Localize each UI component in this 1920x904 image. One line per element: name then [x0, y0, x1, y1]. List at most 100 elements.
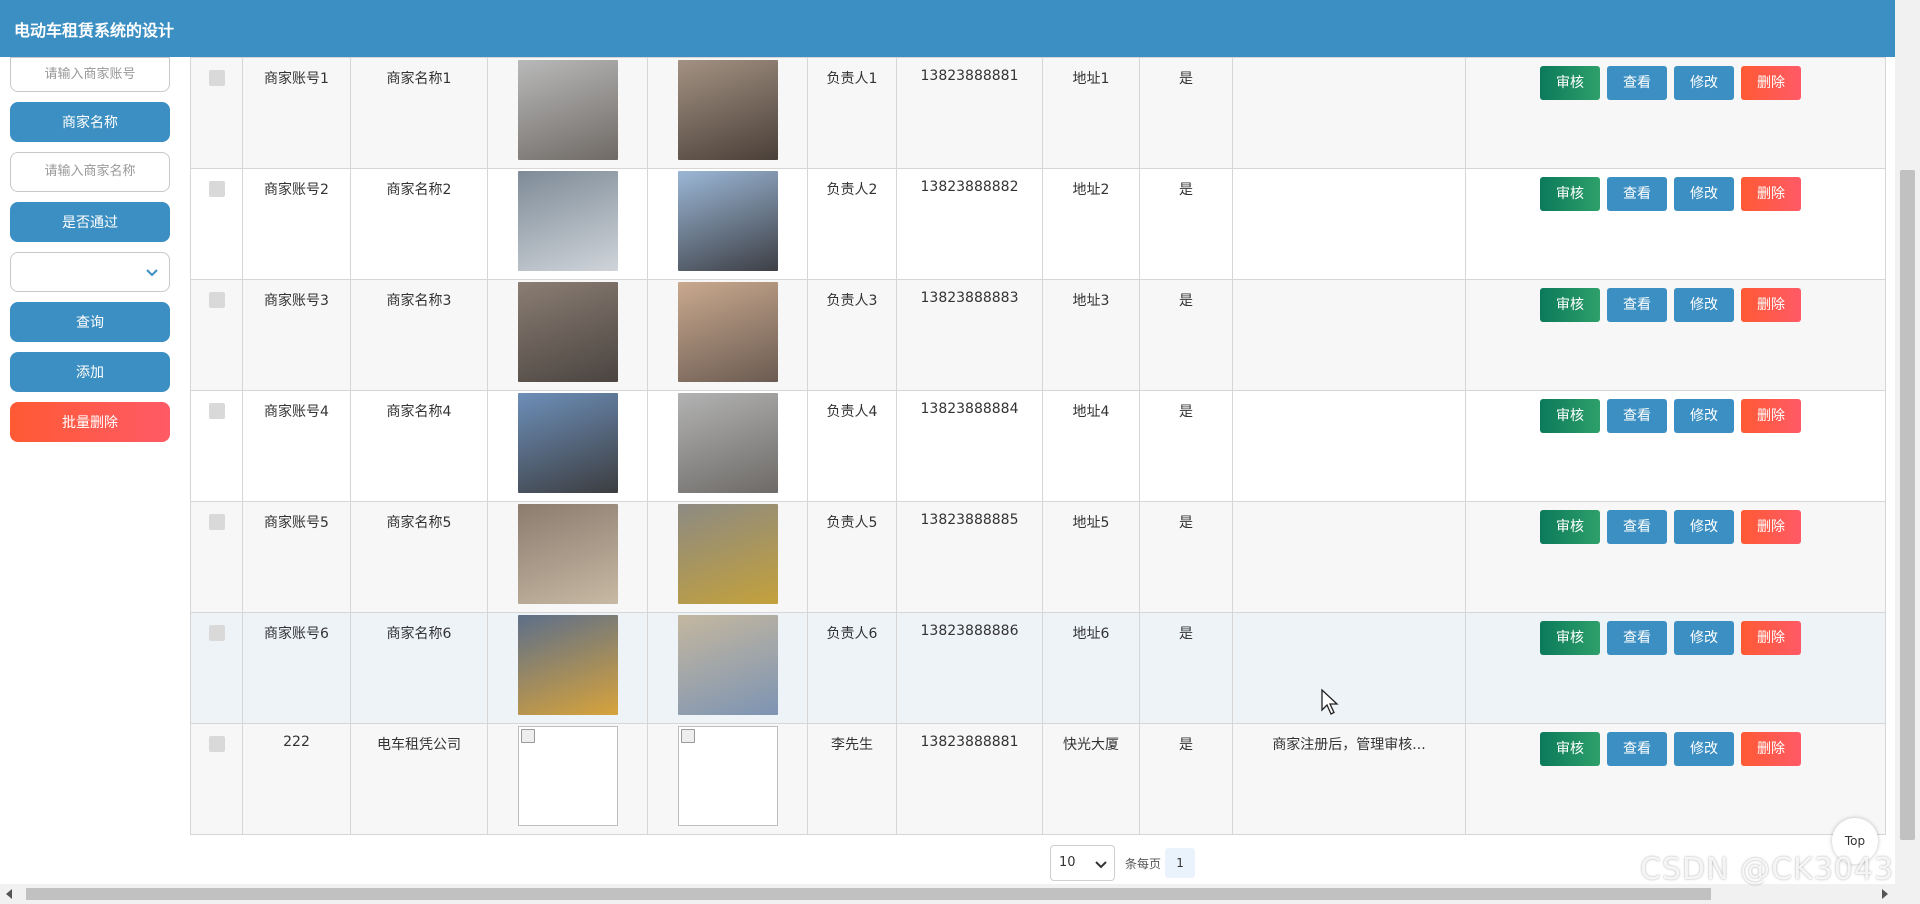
leader-cell: 负责人5 — [807, 501, 897, 613]
delete-button[interactable]: 删除 — [1741, 288, 1801, 322]
delete-button[interactable]: 删除 — [1741, 66, 1801, 100]
page-number-button[interactable]: 1 — [1165, 848, 1196, 878]
delete-button[interactable]: 删除 — [1741, 621, 1801, 655]
vertical-scroll-thumb[interactable] — [1900, 170, 1915, 840]
audit-button[interactable]: 审核 — [1540, 66, 1600, 100]
delete-button[interactable]: 删除 — [1741, 510, 1801, 544]
edit-button[interactable]: 修改 — [1674, 732, 1734, 766]
edit-button[interactable]: 修改 — [1674, 66, 1734, 100]
watermark: CSDN @CK3043 — [1640, 852, 1895, 887]
reply-cell — [1232, 501, 1466, 613]
row-checkbox-cell — [190, 57, 243, 169]
vertical-scrollbar[interactable] — [1895, 0, 1920, 884]
account-cell: 222 — [242, 723, 351, 835]
license-image — [677, 171, 778, 271]
edit-button[interactable]: 修改 — [1674, 621, 1734, 655]
reply-cell — [1232, 57, 1466, 169]
mouse-cursor-icon — [1321, 688, 1339, 715]
view-button[interactable]: 查看 — [1607, 66, 1667, 100]
name-cell: 商家名称3 — [350, 279, 488, 391]
audit-button[interactable]: 审核 — [1540, 732, 1600, 766]
view-button[interactable]: 查看 — [1607, 399, 1667, 433]
phone-cell: 13823888883 — [896, 279, 1043, 391]
row-checkbox[interactable] — [208, 181, 225, 197]
row-checkbox[interactable] — [208, 292, 225, 308]
account-search-input[interactable]: 请输入商家账号 — [10, 57, 170, 92]
row-checkbox-cell — [190, 612, 243, 724]
view-button[interactable]: 查看 — [1607, 732, 1667, 766]
audit-button[interactable]: 审核 — [1540, 177, 1600, 211]
horizontal-scroll-thumb[interactable] — [26, 888, 1711, 900]
view-button[interactable]: 查看 — [1607, 288, 1667, 322]
table-row: 商家账号1 商家名称1 负责人1 13823888881 地址1 是 审核 查看修… — [190, 57, 1886, 169]
passed-cell: 是 — [1139, 501, 1233, 613]
table-row: 商家账号4 商家名称4 负责人4 13823888884 地址4 是 审核 查看修… — [190, 390, 1886, 502]
scroll-left-icon[interactable] — [6, 889, 12, 899]
actions-cell: 审核 查看 修改 删除 — [1465, 501, 1886, 613]
merchant-image — [517, 171, 618, 271]
edit-button[interactable]: 修改 — [1674, 177, 1734, 211]
view-button[interactable]: 查看 — [1607, 621, 1667, 655]
merchant-image — [517, 60, 618, 160]
edit-button[interactable]: 修改 — [1674, 399, 1734, 433]
leader-cell: 负责人3 — [807, 279, 897, 391]
delete-button[interactable]: 删除 — [1741, 177, 1801, 211]
image-cell — [487, 501, 648, 613]
search-button[interactable]: 查询 — [10, 302, 170, 342]
row-checkbox[interactable] — [208, 514, 225, 530]
row-checkbox[interactable] — [208, 403, 225, 419]
horizontal-scrollbar[interactable] — [0, 884, 1920, 904]
actions-cell: 审核 查看 修改 删除 — [1465, 168, 1886, 280]
name-search-input[interactable]: 请输入商家名称 — [10, 152, 170, 192]
chevron-down-icon — [1095, 861, 1107, 869]
row-checkbox[interactable] — [208, 625, 225, 641]
license-image — [677, 726, 778, 826]
passed-cell: 是 — [1139, 612, 1233, 724]
audit-button[interactable]: 审核 — [1540, 399, 1600, 433]
edit-button[interactable]: 修改 — [1674, 288, 1734, 322]
page-size-value: 10 — [1059, 855, 1076, 870]
row-checkbox[interactable] — [208, 736, 225, 752]
license-image — [677, 615, 778, 715]
audit-button[interactable]: 审核 — [1540, 288, 1600, 322]
address-cell: 地址4 — [1042, 390, 1140, 502]
edit-button[interactable]: 修改 — [1674, 510, 1734, 544]
merchant-table: 商家账号1 商家名称1 负责人1 13823888881 地址1 是 审核 查看修… — [190, 57, 1886, 835]
passed-select[interactable] — [10, 252, 170, 292]
scroll-right-icon[interactable] — [1882, 889, 1888, 899]
image-cell — [647, 723, 808, 835]
passed-cell: 是 — [1139, 168, 1233, 280]
account-cell: 商家账号2 — [242, 168, 351, 280]
row-checkbox-cell — [190, 279, 243, 391]
image-cell — [487, 279, 648, 391]
address-cell: 地址6 — [1042, 612, 1140, 724]
merchant-image — [517, 282, 618, 382]
chevron-down-icon — [146, 269, 158, 277]
image-cell — [647, 612, 808, 724]
leader-cell: 负责人4 — [807, 390, 897, 502]
leader-cell: 负责人2 — [807, 168, 897, 280]
table-row: 商家账号2 商家名称2 负责人2 13823888882 地址2 是 审核 查看修… — [190, 168, 1886, 280]
image-cell — [647, 57, 808, 169]
app-title: 电动车租赁系统的设计 — [14, 20, 175, 40]
reply-cell — [1232, 279, 1466, 391]
add-button[interactable]: 添加 — [10, 352, 170, 392]
batch-delete-button[interactable]: 批量删除 — [10, 402, 170, 442]
row-checkbox[interactable] — [208, 70, 225, 86]
actions-cell: 审核 查看 修改 删除 — [1465, 279, 1886, 391]
account-cell: 商家账号5 — [242, 501, 351, 613]
delete-button[interactable]: 删除 — [1741, 732, 1801, 766]
reply-cell — [1232, 612, 1466, 724]
delete-button[interactable]: 删除 — [1741, 399, 1801, 433]
audit-button[interactable]: 审核 — [1540, 510, 1600, 544]
page-size-select[interactable]: 10 — [1050, 845, 1115, 881]
top-header: 电动车租赁系统的设计 — [0, 0, 1895, 57]
row-checkbox-cell — [190, 390, 243, 502]
audit-button[interactable]: 审核 — [1540, 621, 1600, 655]
name-cell: 商家名称4 — [350, 390, 488, 502]
phone-cell: 13823888886 — [896, 612, 1043, 724]
address-cell: 地址2 — [1042, 168, 1140, 280]
view-button[interactable]: 查看 — [1607, 177, 1667, 211]
merchant-image — [517, 726, 618, 826]
view-button[interactable]: 查看 — [1607, 510, 1667, 544]
